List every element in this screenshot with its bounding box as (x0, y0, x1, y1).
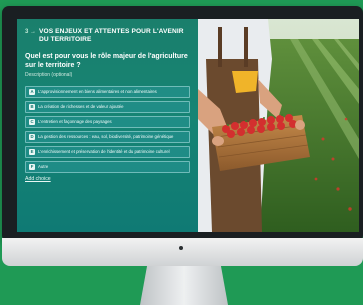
choice-key: D (29, 134, 35, 141)
camera-dot (179, 246, 183, 250)
choice-label: Autre (38, 164, 49, 170)
farmer-photo-illustration (198, 19, 359, 232)
choice-key: E (29, 149, 35, 156)
choice-key: A (29, 89, 35, 96)
choice-option-c[interactable]: C L'entretien et façonnage des paysages (25, 116, 190, 129)
choice-key: B (29, 104, 35, 111)
section-header: 3 → VOS ENJEUX ET ATTENTES POUR L'AVENIR… (25, 28, 190, 44)
question-description[interactable]: Description (optional) (25, 72, 190, 78)
monitor-stand (140, 266, 228, 305)
choice-list: A L'approvisionnement en biens alimentai… (25, 86, 190, 174)
choice-label: La gestion des ressources : eau, sol, bi… (38, 134, 174, 140)
choice-label: L'entretien et façonnage des paysages (38, 119, 112, 125)
choice-option-e[interactable]: E L'enrichissement et préservation de l'… (25, 146, 190, 159)
choice-key: C (29, 119, 35, 126)
choice-option-a[interactable]: A L'approvisionnement en biens alimentai… (25, 86, 190, 99)
monitor: 3 → VOS ENJEUX ET ATTENTES POUR L'AVENIR… (2, 6, 363, 242)
section-number: 3 → (25, 29, 37, 35)
choice-label: L'approvisionnement en biens alimentaire… (38, 89, 157, 95)
farmer-strawberry-photo (198, 19, 359, 232)
monitor-chin (2, 238, 363, 266)
choice-key: F (29, 164, 35, 171)
screen: 3 → VOS ENJEUX ET ATTENTES POUR L'AVENIR… (17, 19, 359, 232)
section-title: VOS ENJEUX ET ATTENTES POUR L'AVENIR DU … (39, 28, 184, 43)
choice-label: L'enrichissement et préservation de l'id… (38, 149, 170, 155)
choice-option-b[interactable]: B La création de richesses et de valeur … (25, 101, 190, 114)
question-title: Quel est pour vous le rôle majeur de l'a… (25, 53, 188, 69)
choice-option-d[interactable]: D La gestion des ressources : eau, sol, … (25, 131, 190, 144)
form-panel: 3 → VOS ENJEUX ET ATTENTES POUR L'AVENIR… (17, 19, 198, 232)
add-choice-link[interactable]: Add choice (25, 176, 190, 182)
choice-option-f[interactable]: F Autre (25, 161, 190, 174)
choice-label: La création de richesses et de valeur aj… (38, 104, 124, 110)
